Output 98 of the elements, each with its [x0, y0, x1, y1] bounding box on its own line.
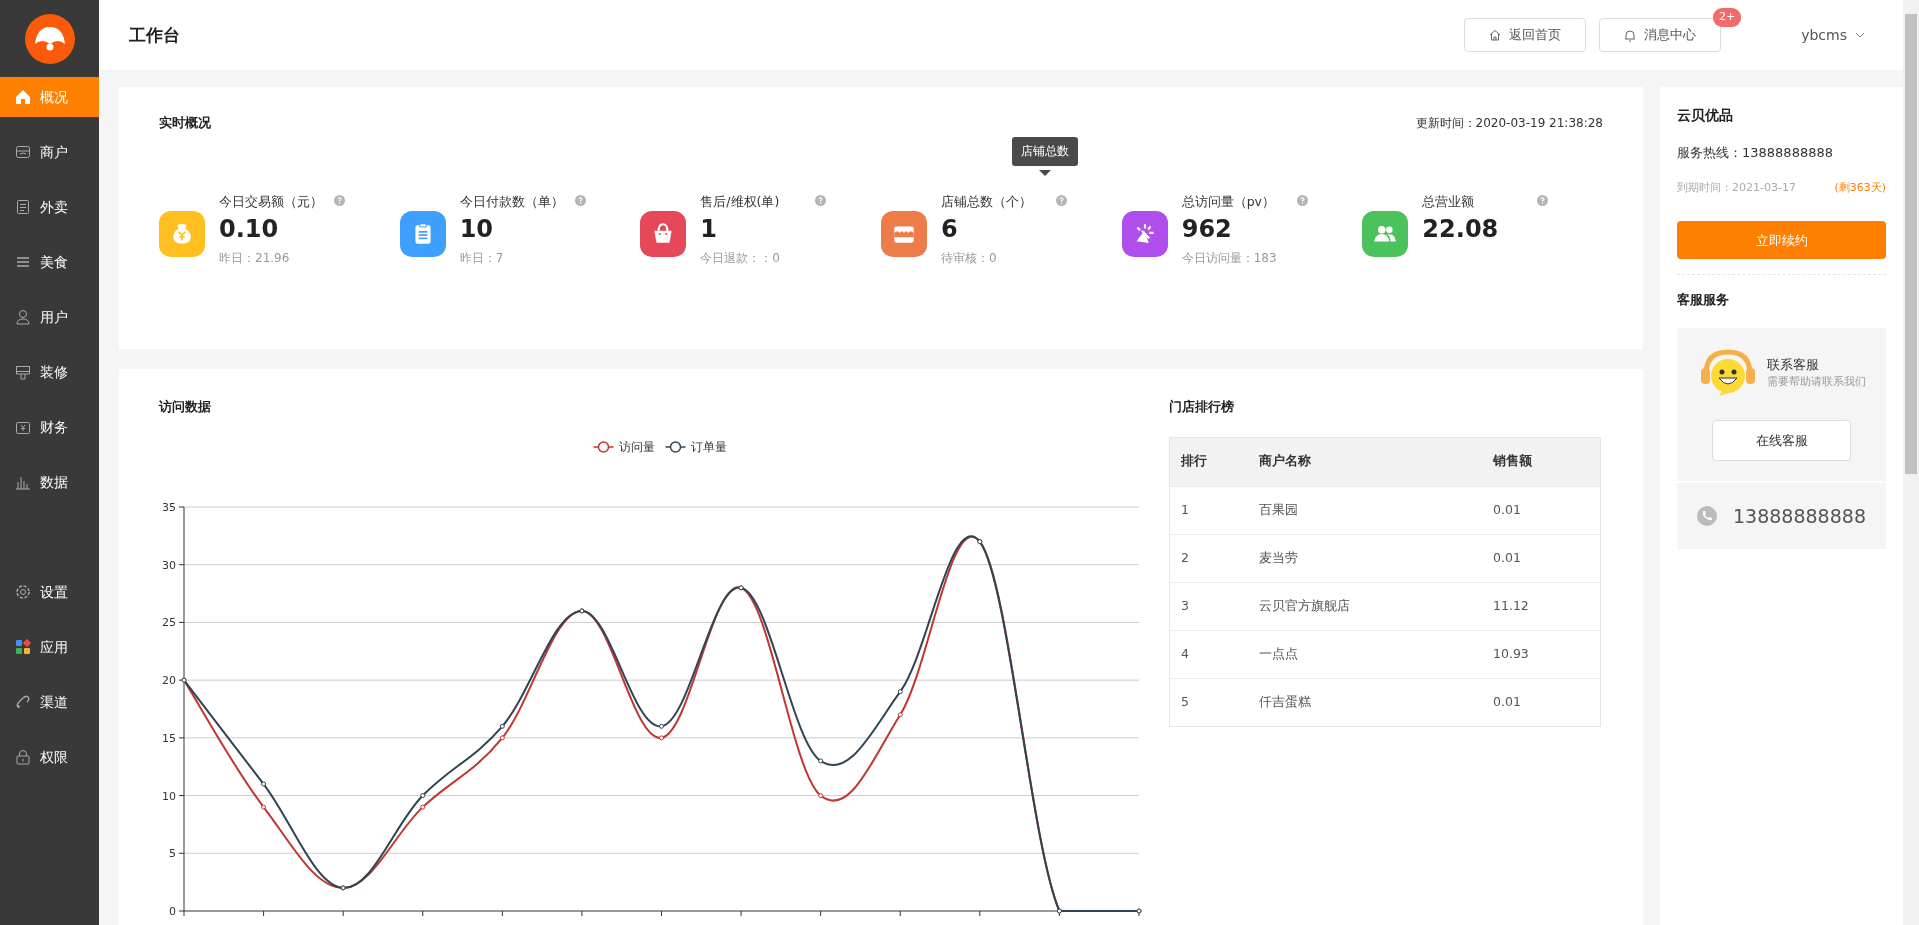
- table-cell-text: 仟吉蛋糕: [1259, 692, 1312, 711]
- app-grid-icon: [14, 638, 32, 656]
- stat-subtext: 今日退款：：0: [700, 250, 780, 268]
- caret-icon: [1855, 32, 1865, 38]
- phone-number: 13888888888: [1733, 503, 1866, 529]
- table-cell-text: 0.01: [1493, 548, 1522, 567]
- help-icon[interactable]: [1296, 194, 1308, 206]
- document-icon: [14, 198, 32, 216]
- sidebar-item[interactable]: 设置: [0, 572, 99, 612]
- table-cell-text: 4: [1180, 644, 1190, 663]
- sidebar-item[interactable]: 装修: [0, 352, 99, 392]
- help-icon[interactable]: [815, 194, 827, 206]
- help-icon[interactable]: [574, 194, 586, 206]
- home-icon: [1489, 29, 1502, 41]
- section-title: 访问数据: [157, 398, 212, 416]
- stat-label: 总访问量（pv）: [1181, 192, 1277, 211]
- legend-label: 访问量: [618, 439, 655, 454]
- help-icon[interactable]: [1537, 194, 1549, 206]
- stat-subtext: 昨日：21.96: [219, 250, 291, 268]
- stat-label: 售后/维权(单): [700, 192, 780, 211]
- stat-value: 962: [1181, 214, 1233, 246]
- stat-label: 总营业额: [1422, 192, 1476, 211]
- stat-label: 今日付款数（单）: [459, 192, 564, 211]
- contact-hint: 需要帮助请联系我们: [1767, 374, 1866, 391]
- bell-icon: [1624, 28, 1637, 42]
- y-tick-label: 35: [162, 500, 176, 514]
- logo-icon: [24, 13, 75, 64]
- stat-subtext: 待审核：0: [941, 250, 998, 268]
- tooltip-pointer: [1039, 169, 1051, 176]
- help-icon[interactable]: [1056, 194, 1067, 206]
- sidebar-item[interactable]: 外卖: [0, 187, 99, 227]
- page-title: 工作台: [129, 24, 180, 46]
- user-icon: [14, 308, 32, 326]
- shop-name: 云贝优品: [1677, 106, 1734, 125]
- table-cell-text: 0.01: [1493, 692, 1522, 711]
- stat-value: 0.10: [219, 214, 280, 246]
- section-title: 客服服务: [1677, 291, 1730, 310]
- home-button[interactable]: 返回首页: [1464, 18, 1587, 52]
- table-cell-text: 0.01: [1493, 500, 1522, 519]
- stat-value: 6: [941, 214, 959, 246]
- column-header: 销售额: [1493, 452, 1533, 471]
- y-tick-label: 5: [169, 846, 176, 860]
- legend-item[interactable]: 访问量: [592, 439, 655, 454]
- y-tick-label: 15: [162, 731, 176, 745]
- table-cell-text: 11.12: [1493, 596, 1530, 615]
- table-cell-text: 百果园: [1259, 500, 1299, 519]
- storefront-icon: [14, 143, 32, 161]
- settings-icon: [14, 583, 32, 601]
- table-cell-text: 5: [1180, 692, 1190, 711]
- phone-icon: [1697, 505, 1717, 526]
- section-title: 门店排行榜: [1169, 398, 1235, 416]
- y-tick-label: 10: [162, 789, 176, 803]
- paint-brush-icon: [14, 363, 32, 381]
- stat-value: 22.08: [1422, 214, 1499, 246]
- expiry-date: 到期时间：2021-03-17: [1677, 179, 1796, 196]
- legend-label: 订单量: [690, 439, 727, 454]
- sidebar-item[interactable]: 用户: [0, 297, 99, 337]
- home-icon: [14, 88, 32, 106]
- remaining-days: (剩363天): [1834, 179, 1886, 197]
- update-time: 更新时间：2020-03-19 21:38:28: [1415, 114, 1603, 132]
- sidebar-item[interactable]: 渠道: [0, 682, 99, 722]
- sidebar-item[interactable]: 权限: [0, 737, 99, 777]
- table-cell-text: 云贝官方旗舰店: [1259, 596, 1351, 615]
- sidebar-item[interactable]: 应用: [0, 627, 99, 667]
- section-title: 实时概况: [159, 114, 211, 132]
- service-hotline: 服务热线：13888888888: [1677, 144, 1834, 163]
- scrollbar-thumb[interactable]: [1905, 14, 1917, 474]
- column-header: 排行: [1180, 452, 1208, 471]
- table-cell-text: 一点点: [1259, 644, 1299, 663]
- help-icon[interactable]: [334, 194, 345, 206]
- stat-subtext: 昨日：7: [459, 250, 505, 268]
- online-service-button[interactable]: 在线客服: [1712, 419, 1851, 461]
- y-tick-label: 30: [162, 558, 176, 572]
- table-cell-text: 3: [1180, 596, 1190, 615]
- stat-subtext: 今日访问量：183: [1181, 250, 1277, 268]
- stat-label: 今日交易额（元）: [219, 192, 323, 211]
- lock-icon: [14, 748, 32, 766]
- sidebar-item[interactable]: 财务: [0, 407, 99, 447]
- y-tick-label: 0: [169, 904, 176, 918]
- tooltip: 店铺总数: [1012, 136, 1078, 166]
- table-cell-text: 2: [1180, 548, 1190, 567]
- y-tick-label: 25: [162, 615, 176, 629]
- sidebar-item[interactable]: 商户: [0, 132, 99, 172]
- stat-value: 10: [459, 214, 495, 246]
- legend-item[interactable]: 订单量: [664, 439, 727, 454]
- user-menu[interactable]: ybcms: [1801, 24, 1847, 46]
- stat-label: 店铺总数（个）: [941, 192, 1032, 211]
- table-cell-text: 10.93: [1493, 644, 1530, 663]
- table-cell-text: 麦当劳: [1259, 548, 1299, 567]
- link-icon: [14, 693, 32, 711]
- table-cell-text: 1: [1180, 500, 1190, 519]
- sidebar-item[interactable]: 美食: [0, 242, 99, 282]
- stat-value: 1: [700, 214, 719, 246]
- contact-title: 联系客服: [1767, 355, 1820, 374]
- y-tick-label: 20: [162, 673, 176, 687]
- column-header: 商户名称: [1259, 452, 1312, 471]
- sidebar-item[interactable]: 数据: [0, 462, 99, 502]
- notification-badge: 2+: [1712, 8, 1742, 27]
